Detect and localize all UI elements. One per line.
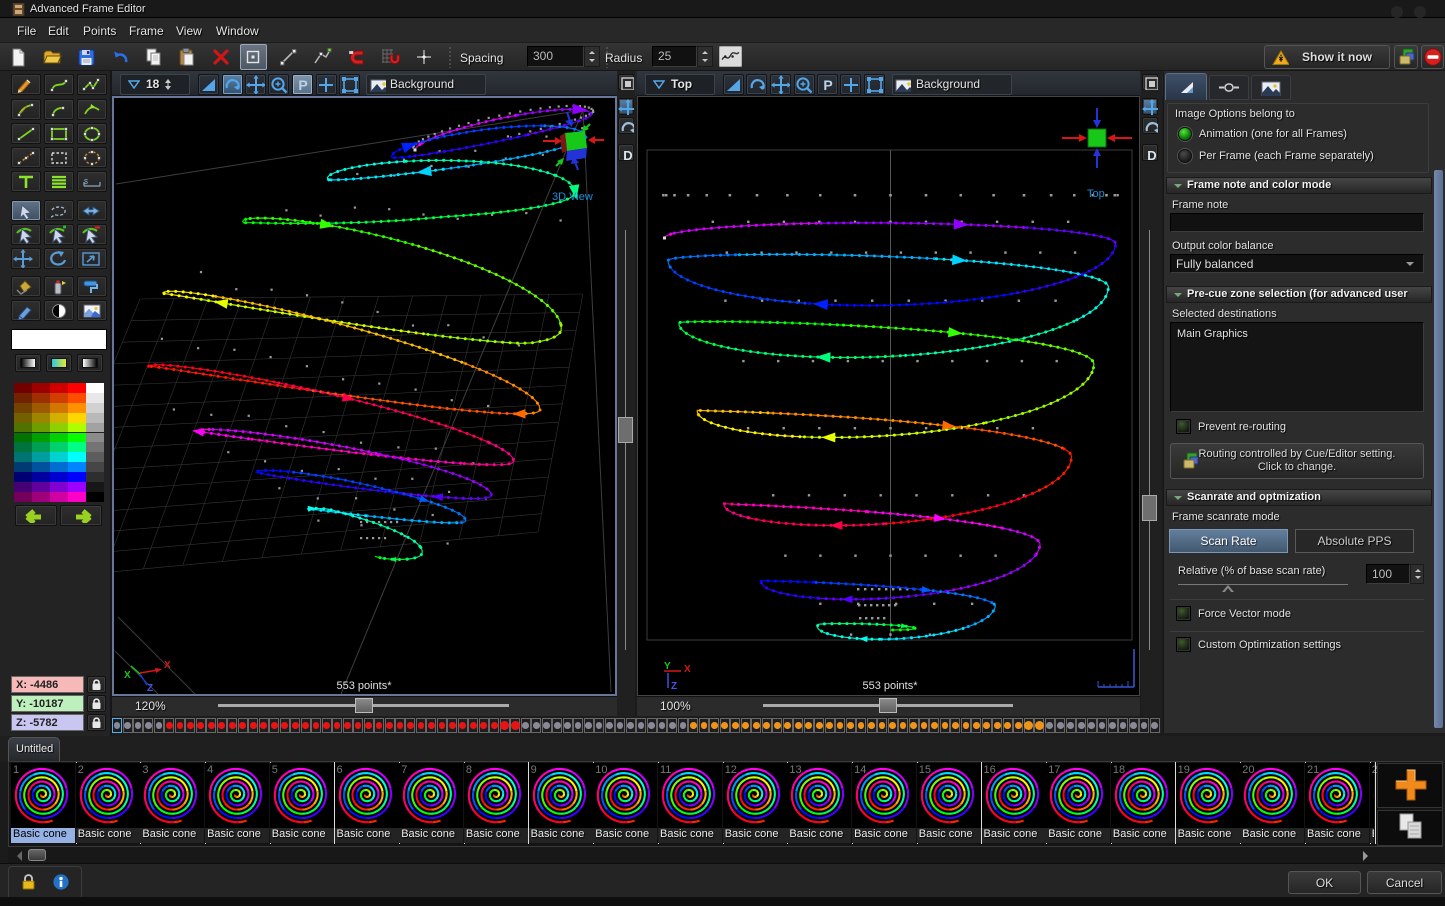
svg-text:X: X <box>124 670 131 681</box>
svg-text:3D View: 3D View <box>552 191 593 203</box>
svg-text:$: $ <box>84 179 88 186</box>
svg-text:P: P <box>298 77 307 93</box>
svg-text:Z: Z <box>147 683 153 694</box>
svg-text:D: D <box>1147 148 1156 161</box>
svg-text:553 points*: 553 points* <box>336 680 392 692</box>
svg-text:Z: Z <box>671 681 677 692</box>
svg-text:Top: Top <box>1087 188 1105 200</box>
svg-text:X: X <box>164 660 171 671</box>
svg-text:553 points*: 553 points* <box>862 680 918 692</box>
svg-text:P: P <box>823 77 832 93</box>
svg-text:X: X <box>684 664 691 675</box>
svg-text:D: D <box>623 148 632 161</box>
